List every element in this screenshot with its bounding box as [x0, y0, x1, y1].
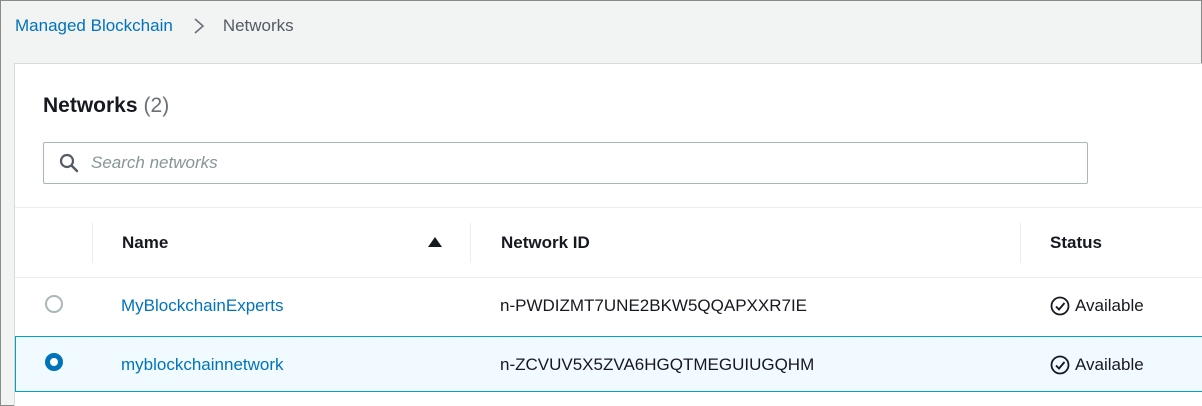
column-divider [92, 223, 93, 263]
network-name-link[interactable]: myblockchainnetwork [121, 337, 284, 393]
breadcrumb-current: Networks [222, 16, 294, 35]
breadcrumb: Managed Blockchain Networks [15, 14, 294, 38]
panel-title-text: Networks [43, 94, 138, 117]
panel-count: (2) [143, 94, 170, 117]
row-select-radio[interactable] [45, 353, 63, 371]
check-circle-icon [1050, 296, 1070, 316]
page-title: Networks (2) [43, 94, 169, 118]
table-row-selected[interactable]: myblockchainnetwork n-ZCVUV5X5ZVA6HGQTME… [15, 336, 1202, 392]
row-select-radio[interactable] [45, 295, 63, 313]
check-circle-icon [1050, 355, 1070, 375]
search-box[interactable] [43, 142, 1088, 184]
status-indicator: Available [1050, 278, 1144, 334]
networks-panel: Networks(2) Name Network ID Status MyBlo… [14, 63, 1202, 406]
status-indicator: Available [1050, 337, 1144, 393]
network-id: n-ZCVUV5X5ZVA6HGQTMEGUIUGQHM [500, 355, 815, 374]
breadcrumb-link-managed-blockchain[interactable]: Managed Blockchain [15, 16, 173, 36]
network-id: n-PWDIZMT7UNE2BKW5QQAPXXR7IE [500, 296, 808, 315]
search-input[interactable] [91, 153, 991, 173]
column-header-status[interactable]: Status [1050, 208, 1102, 278]
column-divider[interactable] [470, 223, 471, 263]
column-header-network-id[interactable]: Network ID [501, 208, 590, 278]
status-text: Available [1075, 355, 1144, 374]
search-icon [59, 153, 79, 173]
table-row[interactable]: MyBlockchainExperts n-PWDIZMT7UNE2BKW5QQ… [15, 277, 1202, 333]
column-header-name[interactable]: Name [122, 208, 168, 278]
network-name-link[interactable]: MyBlockchainExperts [121, 278, 284, 334]
column-divider[interactable] [1020, 223, 1021, 263]
chevron-right-icon [194, 18, 205, 34]
sort-ascending-icon[interactable] [428, 237, 442, 247]
table-header: Name Network ID Status [15, 207, 1202, 277]
status-text: Available [1075, 296, 1144, 315]
